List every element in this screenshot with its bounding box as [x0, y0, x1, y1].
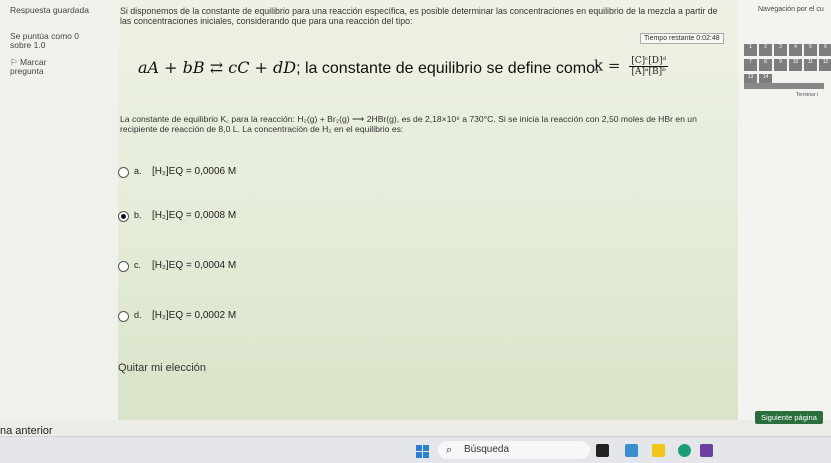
option-a-text: [H₂]EQ = 0,0006 M [152, 166, 237, 177]
answer-status: Respuesta guardada [10, 5, 89, 15]
quiz-navigation-panel: Navegación por el cu 1 2 3 4 5 6 7 8 9 1… [738, 0, 831, 420]
nav-question-11[interactable]: 11 [804, 59, 817, 71]
question-statement: La constante de equilibrio K꜀ para la re… [120, 114, 697, 134]
question-content: Si disponemos de la constante de equilib… [118, 0, 738, 420]
option-a-letter: a. [134, 166, 142, 176]
nav-question-9[interactable]: 9 [774, 59, 787, 71]
option-a-radio[interactable] [118, 167, 129, 178]
option-c-letter: c. [134, 260, 142, 270]
k-fraction: [C]ᶜ[D]ᵈ [A]ᵃ[B]ᵇ [629, 56, 669, 77]
nav-question-8[interactable]: 8 [759, 59, 772, 71]
general-reaction: aA + bB ⇄ cC + dD [138, 58, 297, 77]
widgets-icon[interactable] [625, 444, 638, 457]
next-page-button[interactable]: Siguiente página [755, 411, 823, 424]
option-d-letter: d. [134, 310, 142, 320]
option-d-radio[interactable] [118, 311, 129, 322]
option-c-text: [H₂]EQ = 0,0004 M [152, 260, 237, 271]
reaction-formula: aA + bB ⇄ cC + dD; la constante de equil… [138, 58, 599, 78]
option-d-text: [H₂]EQ = 0,0002 M [152, 310, 237, 321]
k-symbol: k = [594, 56, 621, 75]
windows-taskbar: ⌕ Búsqueda [0, 436, 831, 463]
nav-question-6[interactable]: 6 [819, 44, 831, 56]
taskbar-search-box[interactable]: ⌕ Búsqueda [438, 441, 590, 459]
nav-question-7[interactable]: 7 [744, 59, 757, 71]
question-score: Se puntúa como 0 sobre 1.0 [10, 31, 79, 50]
nav-question-3[interactable]: 3 [774, 44, 787, 56]
option-b-letter: b. [134, 210, 142, 220]
windows-start-icon[interactable] [416, 445, 430, 459]
question-info-panel: Respuesta guardada Se puntúa como 0 sobr… [0, 0, 118, 420]
option-b-radio[interactable] [118, 211, 129, 222]
k-numerator: [C]ᶜ[D]ᵈ [629, 56, 669, 67]
equilibrium-constant-expression: k = [C]ᶜ[D]ᵈ [A]ᵃ[B]ᵇ [594, 56, 669, 77]
task-view-icon[interactable] [596, 444, 609, 457]
quiz-navigation-title: Navegación por el cu [758, 6, 824, 13]
option-c-radio[interactable] [118, 261, 129, 272]
flag-question-button[interactable]: ⚐ Marcar pregunta [10, 58, 80, 76]
nav-question-4[interactable]: 4 [789, 44, 802, 56]
nav-divider [744, 83, 824, 89]
question-intro: Si disponemos de la constante de equilib… [120, 6, 718, 26]
taskbar-search-placeholder: Búsqueda [464, 444, 510, 455]
file-explorer-icon[interactable] [652, 444, 665, 457]
nav-question-2[interactable]: 2 [759, 44, 772, 56]
magnifier-icon: ⌕ [446, 444, 453, 456]
nav-question-5[interactable]: 5 [804, 44, 817, 56]
edge-browser-icon[interactable] [678, 444, 691, 457]
clear-choice-link[interactable]: Quitar mi elección [118, 362, 206, 374]
definition-text: ; la constante de equilibrio se define c… [296, 60, 600, 77]
nav-question-10[interactable]: 10 [789, 59, 802, 71]
k-denominator: [A]ᵃ[B]ᵇ [631, 67, 666, 77]
option-b-text: [H₂]EQ = 0,0008 M [152, 210, 237, 221]
finish-attempt-link[interactable]: Terminar i [796, 92, 818, 98]
time-remaining: Tiempo restante 0:02:48 [640, 33, 724, 44]
nav-question-1[interactable]: 1 [744, 44, 757, 56]
teams-icon[interactable] [700, 444, 713, 457]
nav-question-12[interactable]: 12 [819, 59, 831, 71]
